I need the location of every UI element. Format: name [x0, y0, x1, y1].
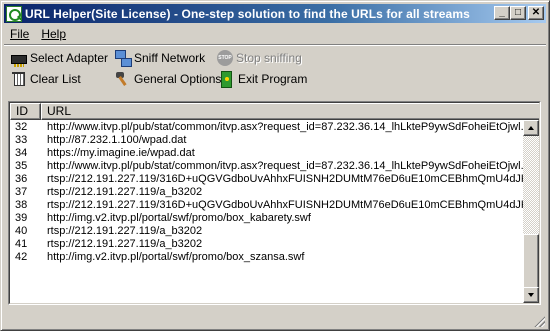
- list-item[interactable]: 41 rtsp://212.191.227.119/a_b3202: [10, 238, 523, 251]
- minimize-button[interactable]: _: [494, 6, 510, 20]
- list-item[interactable]: 39 http://img.v2.itvp.pl/portal/swf/promo…: [10, 212, 523, 225]
- url-list-inner: ID URL 32 http://www.itvp.pl/pub/stat/com…: [9, 102, 540, 304]
- tools-icon: [115, 71, 131, 87]
- menu-file[interactable]: File: [4, 27, 35, 41]
- clear-list-button[interactable]: Clear List: [11, 69, 81, 89]
- row-id: 33: [15, 134, 28, 146]
- list-item[interactable]: 35 http://www.itvp.pl/pub/stat/common/itv…: [10, 160, 523, 173]
- url-list[interactable]: ID URL 32 http://www.itvp.pl/pub/stat/com…: [8, 101, 541, 305]
- toolbar-separator: [4, 44, 546, 46]
- menu-file-label: File: [10, 27, 30, 41]
- network-computers-icon: [115, 50, 132, 67]
- scroll-down-button[interactable]: [523, 287, 539, 303]
- maximize-button[interactable]: □: [510, 6, 526, 20]
- list-item[interactable]: 33 http://87.232.1.100/wpad.dat: [10, 134, 523, 147]
- row-id: 35: [15, 160, 28, 172]
- row-url: http://www.itvp.pl/pub/stat/common/itvp.…: [47, 160, 523, 172]
- list-header: ID URL: [10, 103, 539, 120]
- list-item[interactable]: 40 rtsp://212.191.227.119/a_b3202: [10, 225, 523, 238]
- row-url: rtsp://212.191.227.119/a_b3202: [47, 186, 203, 198]
- row-id: 37: [15, 186, 28, 198]
- row-url: rtsp://212.191.227.119/316D+uQGVGdboUvAh…: [47, 199, 523, 211]
- vertical-scrollbar[interactable]: [523, 120, 539, 303]
- list-item[interactable]: 32 http://www.itvp.pl/pub/stat/common/itv…: [10, 121, 523, 134]
- scroll-up-button[interactable]: [523, 120, 539, 136]
- row-id: 40: [15, 225, 28, 237]
- row-url: http://www.itvp.pl/pub/stat/common/itvp.…: [47, 121, 523, 133]
- list-item[interactable]: 37 rtsp://212.191.227.119/a_b3202: [10, 186, 523, 199]
- menu-bar: File Help: [4, 25, 546, 43]
- row-id: 39: [15, 212, 28, 224]
- row-url: http://87.232.1.100/wpad.dat: [47, 134, 187, 146]
- row-url: rtsp://212.191.227.119/a_b3202: [47, 238, 203, 250]
- general-options-button[interactable]: General Options: [115, 69, 221, 89]
- stop-sniffing-button[interactable]: STOP Stop sniffing: [217, 48, 302, 68]
- status-bar: [4, 313, 546, 328]
- row-id: 41: [15, 238, 28, 250]
- row-id: 38: [15, 199, 28, 211]
- magnifier-app-icon[interactable]: [6, 5, 22, 22]
- list-rows: 32 http://www.itvp.pl/pub/stat/common/itv…: [10, 121, 523, 264]
- exit-program-button[interactable]: Exit Program: [219, 69, 307, 89]
- row-id: 32: [15, 121, 28, 133]
- menu-help[interactable]: Help: [35, 27, 72, 41]
- close-icon: ✕: [531, 7, 541, 18]
- general-options-label: General Options: [134, 72, 222, 86]
- list-item[interactable]: 36 rtsp://212.191.227.119/316D+uQGVGdboUv…: [10, 173, 523, 186]
- stop-sniffing-label: Stop sniffing: [236, 51, 302, 65]
- close-button[interactable]: ✕: [528, 6, 544, 20]
- menu-help-label: Help: [41, 27, 67, 41]
- scroll-thumb[interactable]: [523, 234, 539, 289]
- maximize-icon: □: [514, 7, 522, 18]
- trash-icon: [11, 71, 27, 87]
- column-header-id[interactable]: ID: [10, 103, 41, 120]
- row-url: rtsp://212.191.227.119/316D+uQGVGdboUvAh…: [47, 173, 523, 185]
- title-bar[interactable]: URL Helper(Site License) - One-step solu…: [4, 4, 546, 23]
- row-url: rtsp://212.191.227.119/a_b3202: [47, 225, 203, 237]
- select-adapter-button[interactable]: Select Adapter: [11, 48, 108, 68]
- row-url: https://my.imagine.ie/wpad.dat: [47, 147, 195, 159]
- sniff-network-button[interactable]: Sniff Network: [115, 48, 205, 68]
- row-id: 34: [15, 147, 28, 159]
- row-url: http://img.v2.itvp.pl/portal/swf/promo/b…: [47, 251, 305, 263]
- row-id: 36: [15, 173, 28, 185]
- column-header-url[interactable]: URL: [41, 103, 539, 120]
- row-url: http://img.v2.itvp.pl/portal/swf/promo/b…: [47, 212, 311, 224]
- list-item[interactable]: 42 http://img.v2.itvp.pl/portal/swf/promo…: [10, 251, 523, 264]
- main-window: URL Helper(Site License) - One-step solu…: [0, 0, 550, 331]
- exit-program-label: Exit Program: [238, 72, 308, 86]
- list-item[interactable]: 34 https://my.imagine.ie/wpad.dat: [10, 147, 523, 160]
- sniff-network-label: Sniff Network: [134, 51, 206, 65]
- stop-icon: STOP: [217, 50, 233, 66]
- list-item[interactable]: 38 rtsp://212.191.227.119/316D+uQGVGdboUv…: [10, 199, 523, 212]
- select-adapter-label: Select Adapter: [30, 51, 109, 65]
- window-controls: _ □ ✕: [494, 6, 544, 20]
- window-title: URL Helper(Site License) - One-step solu…: [25, 6, 470, 21]
- exit-door-icon: [219, 71, 235, 88]
- row-id: 42: [15, 251, 28, 263]
- resize-grip-icon[interactable]: [533, 315, 545, 327]
- network-card-icon: [11, 54, 27, 67]
- clear-list-label: Clear List: [30, 72, 81, 86]
- minimize-icon: _: [499, 7, 505, 18]
